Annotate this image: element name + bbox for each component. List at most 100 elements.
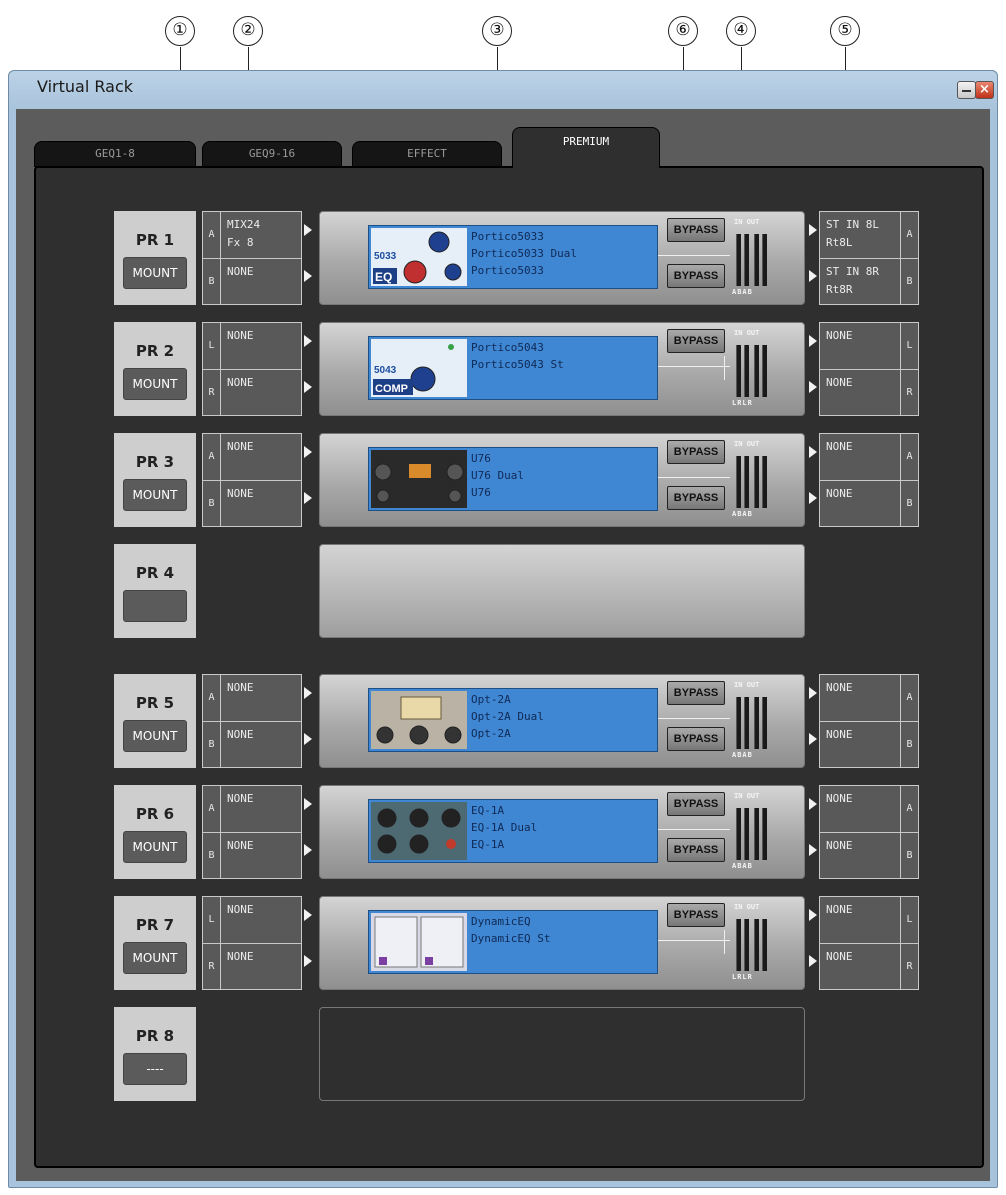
mount-button[interactable]: MOUNT xyxy=(123,257,187,289)
tab-premium[interactable]: PREMIUM xyxy=(512,127,660,168)
meter-bar xyxy=(762,919,767,971)
tab-geq1-8[interactable]: GEQ1-8 xyxy=(34,141,196,167)
bypass-button[interactable]: BYPASS xyxy=(667,792,725,816)
minimize-button[interactable] xyxy=(957,81,976,99)
empty-rack-unit[interactable] xyxy=(319,544,805,638)
input-channel-label: B xyxy=(203,481,221,526)
slot-name: PR 3 xyxy=(135,453,175,471)
output-patch-1[interactable]: NONE B xyxy=(820,721,918,767)
module-display[interactable]: 5033 EQ Portico5033 Portico5033 Dual Porti… xyxy=(368,225,658,289)
rack-row-7: PR 7 MOUNT L NONE R NONE DynamicEQ DynamicEQ S… xyxy=(36,896,986,990)
module-display[interactable]: U76 U76 Dual U76 xyxy=(368,447,658,511)
premium-rack-unit[interactable]: EQ-1A EQ-1A Dual EQ-1A BYPASS BYPASS IN OUT… xyxy=(319,785,805,879)
input-arrow-icon xyxy=(304,909,312,921)
input-patch-1[interactable]: B NONE xyxy=(203,721,301,767)
close-button[interactable]: × xyxy=(975,81,994,99)
input-patch-1[interactable]: B NONE xyxy=(203,480,301,526)
output-patch: NONE L NONE R xyxy=(819,896,919,990)
meter-bar xyxy=(754,345,759,397)
premium-rack-unit[interactable]: Opt-2A Opt-2A Dual Opt-2A BYPASS BYPASS IN … xyxy=(319,674,805,768)
output-patch-0[interactable]: NONE A xyxy=(820,786,918,832)
mount-button[interactable]: MOUNT xyxy=(123,368,187,400)
bypass-button[interactable]: BYPASS xyxy=(667,329,725,353)
output-patch-1[interactable]: NONE R xyxy=(820,369,918,415)
bypass-button[interactable]: BYPASS xyxy=(667,681,725,705)
virtual-rack-window: Virtual Rack × GEQ1-8 GEQ9-16 EFFECT PRE… xyxy=(8,70,998,1188)
rack-row-4: PR 4 xyxy=(36,544,986,638)
module-display[interactable]: DynamicEQ DynamicEQ St xyxy=(368,910,658,974)
output-patch: NONE A NONE B xyxy=(819,674,919,768)
output-patch-1[interactable]: NONE B xyxy=(820,480,918,526)
band-icon xyxy=(379,957,387,965)
output-patch: ST IN 8L Rt8L A ST IN 8R Rt8R B xyxy=(819,211,919,305)
premium-rack-unit[interactable]: 5043 COMP Portico5043 Portico5043 St BYPASS… xyxy=(319,322,805,416)
output-destination: NONE xyxy=(826,376,853,389)
output-channel-label: A xyxy=(900,786,918,832)
premium-rack-unit[interactable]: 5033 EQ Portico5033 Portico5033 Dual Porti… xyxy=(319,211,805,305)
output-patch-1[interactable]: NONE R xyxy=(820,943,918,989)
bypass-link-line xyxy=(658,718,730,719)
input-patch-1[interactable]: B NONE xyxy=(203,258,301,304)
callout-6: ⑥ xyxy=(668,16,698,46)
meter-bar xyxy=(744,697,749,749)
input-patch-0[interactable]: L NONE xyxy=(203,897,301,943)
input-patch-0[interactable]: L NONE xyxy=(203,323,301,369)
output-patch-0[interactable]: ST IN 8L Rt8L A xyxy=(820,212,918,258)
bypass-button[interactable]: BYPASS xyxy=(667,440,725,464)
output-patch-0[interactable]: NONE L xyxy=(820,897,918,943)
output-patch-0[interactable]: NONE L xyxy=(820,323,918,369)
bypass-link-line xyxy=(658,829,730,830)
premium-rack-unit[interactable]: DynamicEQ DynamicEQ St BYPASS IN OUT LRLR xyxy=(319,896,805,990)
input-arrow-icon xyxy=(304,270,312,282)
input-patch-0[interactable]: A NONE xyxy=(203,786,301,832)
mount-button[interactable]: MOUNT xyxy=(123,831,187,863)
input-channel-label: R xyxy=(203,370,221,415)
tab-geq9-16[interactable]: GEQ9-16 xyxy=(202,141,342,167)
title-bar[interactable]: Virtual Rack × xyxy=(9,71,997,109)
module-thumbnail: 5033 EQ xyxy=(371,228,467,286)
input-arrow-icon xyxy=(304,381,312,393)
bypass-link-line xyxy=(658,940,730,941)
premium-rack-unit[interactable]: U76 U76 Dual U76 BYPASS BYPASS IN OUT ABAB xyxy=(319,433,805,527)
mount-button[interactable]: ---- xyxy=(123,1053,187,1085)
bypass-button[interactable]: BYPASS xyxy=(667,264,725,288)
bypass-button[interactable]: BYPASS xyxy=(667,218,725,242)
output-patch-1[interactable]: NONE B xyxy=(820,832,918,878)
unavailable-rack-unit xyxy=(319,1007,805,1101)
meter-bar xyxy=(762,697,767,749)
input-patch-1[interactable]: R NONE xyxy=(203,943,301,989)
input-patch-1[interactable]: R NONE xyxy=(203,369,301,415)
module-names: Portico5043 Portico5043 St xyxy=(471,341,564,371)
rack-slot: PR 5 MOUNT xyxy=(114,674,196,768)
bypass-button[interactable]: BYPASS xyxy=(667,903,725,927)
output-patch-0[interactable]: NONE A xyxy=(820,675,918,721)
rack-slot: PR 6 MOUNT xyxy=(114,785,196,879)
output-arrow-icon xyxy=(809,446,817,458)
tab-effect[interactable]: EFFECT xyxy=(352,141,502,167)
meter-bar xyxy=(736,808,741,860)
mount-button[interactable]: MOUNT xyxy=(123,479,187,511)
input-patch-0[interactable]: A NONE xyxy=(203,675,301,721)
output-patch-1[interactable]: ST IN 8R Rt8R B xyxy=(820,258,918,304)
input-source: NONE xyxy=(227,728,254,741)
module-display[interactable]: EQ-1A EQ-1A Dual EQ-1A xyxy=(368,799,658,863)
meter-bar xyxy=(754,234,759,286)
input-patch-1[interactable]: B NONE xyxy=(203,832,301,878)
mount-button[interactable]: MOUNT xyxy=(123,942,187,974)
knob-icon xyxy=(376,726,394,744)
module-display[interactable]: 5043 COMP Portico5043 Portico5043 St xyxy=(368,336,658,400)
knob-icon xyxy=(374,463,392,481)
output-patch-0[interactable]: NONE A xyxy=(820,434,918,480)
bypass-button[interactable]: BYPASS xyxy=(667,838,725,862)
mount-button[interactable] xyxy=(123,590,187,622)
input-patch-0[interactable]: A MIX24 Fx 8 xyxy=(203,212,301,258)
input-patch-0[interactable]: A NONE xyxy=(203,434,301,480)
module-display[interactable]: Opt-2A Opt-2A Dual Opt-2A xyxy=(368,688,658,752)
bypass-button[interactable]: BYPASS xyxy=(667,727,725,751)
meter-bar xyxy=(744,456,749,508)
rack-slot: PR 7 MOUNT xyxy=(114,896,196,990)
mount-button[interactable]: MOUNT xyxy=(123,720,187,752)
level-meter: IN OUT LRLR xyxy=(732,329,772,409)
bypass-button[interactable]: BYPASS xyxy=(667,486,725,510)
meter-label: IN OUT xyxy=(734,440,760,448)
